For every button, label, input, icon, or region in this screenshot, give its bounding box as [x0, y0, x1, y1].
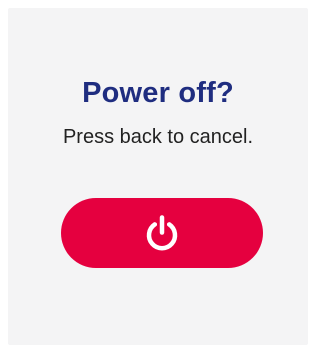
- dialog-title: Power off?: [82, 77, 234, 109]
- power-off-button[interactable]: [61, 198, 263, 268]
- dialog-subtitle: Press back to cancel.: [62, 126, 254, 148]
- power-icon: [141, 212, 183, 254]
- power-off-dialog: [8, 8, 308, 345]
